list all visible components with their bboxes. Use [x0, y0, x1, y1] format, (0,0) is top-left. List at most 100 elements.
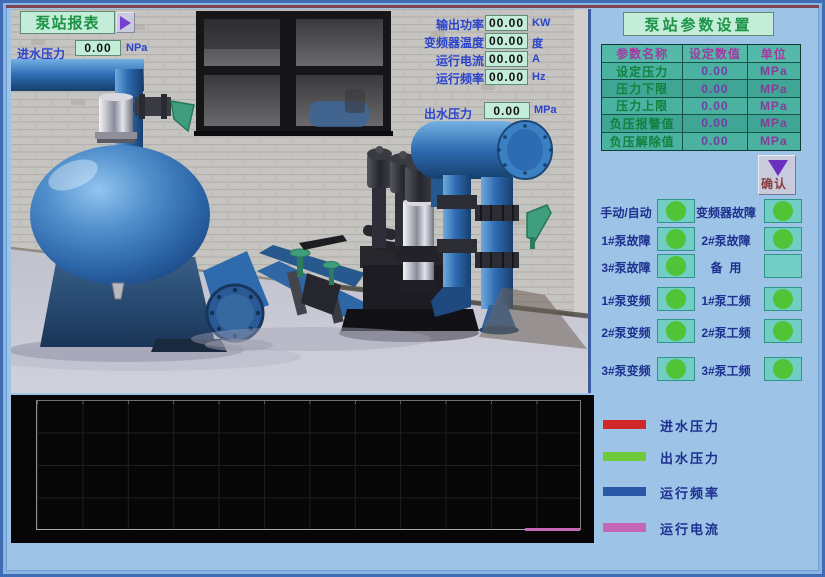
- pressure-tank: [30, 145, 210, 285]
- legend-color-bar: [603, 452, 646, 461]
- confirm-label: 确认: [761, 175, 787, 192]
- valve-handwheel-green: [290, 249, 310, 257]
- outlet-pressure-label: 出水压力: [424, 105, 472, 122]
- current-trace-segment: [525, 528, 580, 531]
- status-lamp: [666, 256, 686, 276]
- tank-chrome-stack: [95, 93, 137, 143]
- legend-label: 出水压力: [660, 448, 720, 467]
- status-label: 2#泵变频: [596, 324, 656, 341]
- param-name: 负压报警值: [602, 115, 683, 132]
- settings-title: 泵站参数设置: [623, 12, 774, 36]
- inlet-pressure-value: 0.00: [75, 40, 121, 56]
- status-lamp-box: [657, 254, 695, 278]
- status-lamp: [773, 289, 793, 309]
- parameter-table: 参数名称设定数值单位设定压力0.00MPa压力下限0.00MPa压力上限0.00…: [601, 44, 801, 151]
- metric-label: 变频器温度: [396, 34, 484, 51]
- metric-value: 00.00: [485, 69, 528, 85]
- status-lamp-box: [657, 287, 695, 311]
- legend-label: 运行电流: [660, 519, 720, 538]
- metric-value: 00.00: [485, 33, 528, 49]
- status-label: 3#泵故障: [596, 259, 656, 276]
- table-header-cell: 单位: [748, 45, 800, 63]
- status-lamp: [773, 359, 793, 379]
- confirm-button[interactable]: 确认: [758, 155, 796, 195]
- status-label: 2#泵故障: [692, 232, 760, 249]
- status-lamp-box: [764, 227, 802, 251]
- table-row: 压力上限0.00MPa: [602, 98, 800, 115]
- param-unit: MPa: [748, 80, 800, 97]
- status-lamp: [666, 201, 686, 221]
- outlet-pressure-value: 0.00: [484, 102, 530, 119]
- param-unit: MPa: [748, 98, 800, 115]
- pump-station-3d-scene: 泵站报表 进水压力 0.00 NPa 输出功率00.00KW变频器温度00.00…: [11, 9, 591, 393]
- param-setpoint[interactable]: 0.00: [683, 133, 747, 150]
- status-lamp-box: [657, 319, 695, 343]
- report-button[interactable]: 泵站报表: [20, 11, 115, 34]
- chart-ticks: [37, 401, 580, 404]
- riser-pipe-1: [443, 175, 471, 293]
- metric-label: 运行频率: [396, 70, 484, 87]
- param-setpoint[interactable]: 0.00: [683, 98, 747, 115]
- param-name: 压力下限: [602, 80, 683, 97]
- status-label: 3#泵变频: [596, 362, 656, 379]
- status-lamp-box: [657, 199, 695, 223]
- status-lamp-box: [657, 227, 695, 251]
- metric-unit: A: [532, 53, 540, 65]
- status-lamp-box: [764, 319, 802, 343]
- table-header-cell: 参数名称: [602, 45, 683, 63]
- legend-color-bar: [603, 420, 646, 429]
- status-lamp-box: [764, 287, 802, 311]
- table-row: 压力下限0.00MPa: [602, 80, 800, 97]
- param-setpoint[interactable]: 0.00: [683, 115, 747, 132]
- window: [194, 11, 393, 136]
- top-accent-line: [6, 5, 819, 8]
- pump-station-hmi: 泵站报表 进水压力 0.00 NPa 输出功率00.00KW变频器温度00.00…: [0, 0, 825, 577]
- status-lamp: [773, 321, 793, 341]
- status-label: 变频器故障: [692, 204, 760, 221]
- legend-color-bar: [603, 523, 646, 532]
- metric-unit: 度: [532, 35, 543, 51]
- param-setpoint[interactable]: 0.00: [683, 63, 747, 80]
- status-label: 备 用: [692, 259, 760, 276]
- status-lamp-box: [764, 199, 802, 223]
- status-label: 1#泵工频: [692, 292, 760, 309]
- legend-label: 进水压力: [660, 416, 720, 435]
- param-unit: MPa: [748, 115, 800, 132]
- status-lamp-box: [657, 357, 695, 381]
- confirm-down-triangle-icon: [768, 160, 788, 176]
- inlet-pressure-unit: NPa: [126, 42, 147, 54]
- status-lamp: [773, 201, 793, 221]
- metric-label: 运行电流: [396, 52, 484, 69]
- play-icon: [120, 16, 131, 30]
- legend-label: 运行频率: [660, 483, 720, 502]
- trend-plot-area: [36, 400, 581, 530]
- status-lamp: [773, 229, 793, 249]
- param-unit: MPa: [748, 133, 800, 150]
- status-lamp: [666, 289, 686, 309]
- table-row: 负压解除值0.00MPa: [602, 133, 800, 150]
- param-setpoint[interactable]: 0.00: [683, 80, 747, 97]
- trend-chart: [11, 395, 594, 543]
- report-play-button[interactable]: [116, 12, 135, 33]
- param-unit: MPa: [748, 63, 800, 80]
- param-name: 负压解除值: [602, 133, 683, 150]
- param-name: 压力上限: [602, 98, 683, 115]
- pump-chrome-body: [403, 202, 434, 282]
- status-lamp-box: [764, 254, 802, 278]
- status-lamp-box: [764, 357, 802, 381]
- status-label: 2#泵工频: [692, 324, 760, 341]
- valve-stem: [297, 255, 303, 277]
- status-label: 1#泵故障: [596, 232, 656, 249]
- metric-unit: Hz: [532, 71, 545, 83]
- legend-color-bar: [603, 487, 646, 496]
- metric-unit: KW: [532, 17, 550, 29]
- status-label: 3#泵工频: [692, 362, 760, 379]
- metric-value: 00.00: [485, 51, 528, 67]
- status-label: 手动/自动: [596, 204, 656, 221]
- status-lamp: [666, 321, 686, 341]
- status-lamp: [666, 359, 686, 379]
- status-lamp: [666, 229, 686, 249]
- table-row: 负压报警值0.00MPa: [602, 115, 800, 132]
- settings-panel: 泵站参数设置 参数名称设定数值单位设定压力0.00MPa压力下限0.00MPa压…: [596, 9, 825, 574]
- table-header-cell: 设定数值: [683, 45, 747, 63]
